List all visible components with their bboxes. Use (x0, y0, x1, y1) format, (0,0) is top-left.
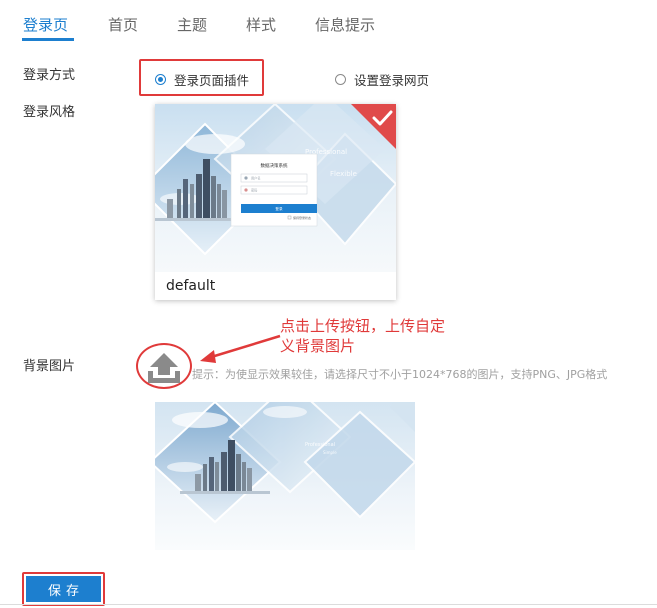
preview-watermark-professional: Professional (305, 442, 335, 448)
tab-style[interactable]: 样式 (246, 14, 276, 35)
tab-theme[interactable]: 主题 (177, 14, 207, 35)
annotation-callout: 点击上传按钮，上传自定义背景图片 (280, 317, 446, 355)
background-image-label: 背景图片 (23, 359, 76, 374)
radio-icon (155, 74, 166, 85)
login-style-thumbnail: Professional Flexible 数据决策系统 用户名 密码 登录 保… (155, 104, 396, 272)
login-method-label: 登录方式 (23, 68, 76, 83)
upload-button[interactable] (140, 345, 188, 389)
tab-home[interactable]: 首页 (108, 14, 138, 35)
mini-form-title: 数据决策系统 (261, 162, 288, 169)
watermark-flexible: Flexible (330, 170, 357, 178)
radio-label: 登录页面插件 (174, 73, 250, 88)
radio-label: 设置登录网页 (354, 73, 430, 88)
annotation-arrow-icon (200, 334, 281, 363)
mini-password-placeholder: 密码 (251, 188, 257, 193)
mini-remember-label: 保持登录状态 (293, 215, 311, 220)
login-style-label: 登录风格 (23, 105, 76, 120)
upload-icon (148, 353, 180, 383)
bottom-divider (0, 604, 657, 605)
mini-username-placeholder: 用户名 (251, 176, 261, 181)
radio-custom-login-page[interactable]: 设置登录网页 (335, 70, 429, 89)
login-theme-illustration: Professional Flexible 数据决策系统 用户名 密码 登录 保… (155, 104, 396, 256)
tab-bar: 登录页 首页 主题 样式 信息提示 (0, 0, 657, 44)
preview-watermark-simple: Simple (323, 450, 337, 455)
mini-login-button: 登录 (275, 206, 283, 211)
upload-hint: 提示：为使显示效果较佳，请选择尺寸不小于1024*768的图片，支持PNG、JP… (192, 368, 608, 381)
tab-login-page[interactable]: 登录页 (23, 14, 68, 35)
style-card-name: default (166, 278, 216, 294)
login-style-card-default[interactable]: Professional Flexible 数据决策系统 用户名 密码 登录 保… (155, 104, 396, 300)
background-preview: Professional Simple (155, 402, 415, 550)
radio-login-plugin[interactable]: 登录页面插件 (155, 70, 249, 89)
save-button[interactable]: 保存 (26, 576, 101, 602)
tab-info-tips[interactable]: 信息提示 (315, 14, 375, 35)
radio-icon (335, 74, 346, 85)
background-preview-illustration: Professional Simple (155, 402, 415, 524)
active-tab-indicator (22, 38, 74, 41)
